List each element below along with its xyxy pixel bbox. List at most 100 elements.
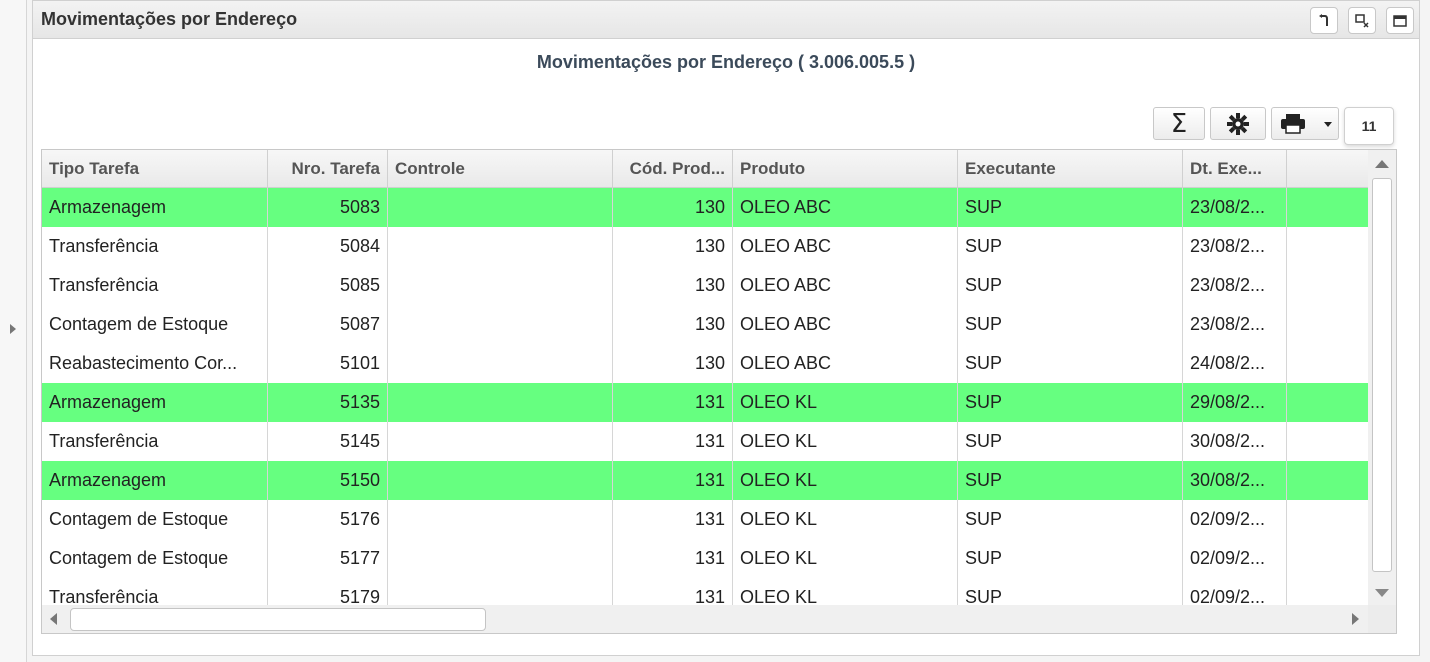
cell-produto: OLEO KL bbox=[733, 500, 958, 539]
cell-extra bbox=[1287, 344, 1368, 383]
cell-controle bbox=[388, 422, 613, 461]
cell-nro-tarefa: 5135 bbox=[268, 383, 388, 422]
column-header-nro-tarefa[interactable]: Nro. Tarefa bbox=[268, 150, 388, 188]
cell-executante: SUP bbox=[958, 227, 1183, 266]
cell-cod-produto: 131 bbox=[613, 578, 733, 605]
cell-executante: SUP bbox=[958, 500, 1183, 539]
settings-button[interactable] bbox=[1210, 107, 1266, 140]
scroll-right-icon[interactable] bbox=[1352, 613, 1359, 625]
cell-extra bbox=[1287, 539, 1368, 578]
table-row[interactable]: Contagem de Estoque 5176 131 OLEO KL SUP 02/0… bbox=[42, 500, 1368, 539]
restore-button[interactable] bbox=[1348, 7, 1376, 34]
cell-nro-tarefa: 5150 bbox=[268, 461, 388, 500]
cell-extra bbox=[1287, 188, 1368, 227]
cell-tipo-tarefa: Contagem de Estoque bbox=[42, 500, 268, 539]
cell-extra bbox=[1287, 266, 1368, 305]
column-header-tipo-tarefa[interactable]: Tipo Tarefa bbox=[42, 150, 268, 188]
cell-dt-execucao: 23/08/2... bbox=[1183, 188, 1287, 227]
table-row[interactable]: Transferência 5179 131 OLEO KL SUP 02/09/2... bbox=[42, 578, 1368, 605]
cell-tipo-tarefa: Transferência bbox=[42, 227, 268, 266]
cell-cod-produto: 130 bbox=[613, 227, 733, 266]
cell-cod-produto: 130 bbox=[613, 305, 733, 344]
table-row[interactable]: Armazenagem 5083 130 OLEO ABC SUP 23/08/2... bbox=[42, 188, 1368, 227]
cell-executante: SUP bbox=[958, 188, 1183, 227]
panel-title: Movimentações por Endereço bbox=[41, 9, 298, 29]
cell-tipo-tarefa: Armazenagem bbox=[42, 383, 268, 422]
cell-controle bbox=[388, 188, 613, 227]
cell-executante: SUP bbox=[958, 461, 1183, 500]
table-row[interactable]: Armazenagem 5150 131 OLEO KL SUP 30/08/2... bbox=[42, 461, 1368, 500]
cell-controle bbox=[388, 305, 613, 344]
cell-extra bbox=[1287, 227, 1368, 266]
cell-tipo-tarefa: Contagem de Estoque bbox=[42, 305, 268, 344]
cell-cod-produto: 131 bbox=[613, 539, 733, 578]
cell-executante: SUP bbox=[958, 422, 1183, 461]
cell-dt-execucao: 23/08/2... bbox=[1183, 266, 1287, 305]
cell-controle bbox=[388, 461, 613, 500]
grid-header: Tipo Tarefa Nro. Tarefa Controle Cód. Pr… bbox=[42, 150, 1368, 188]
cell-nro-tarefa: 5083 bbox=[268, 188, 388, 227]
restore-icon bbox=[1355, 13, 1369, 28]
cell-extra bbox=[1287, 305, 1368, 344]
cell-executante: SUP bbox=[958, 578, 1183, 605]
print-button[interactable] bbox=[1271, 107, 1339, 140]
cell-dt-execucao: 30/08/2... bbox=[1183, 422, 1287, 461]
sum-button[interactable]: Σ bbox=[1153, 107, 1205, 140]
scroll-up-icon[interactable] bbox=[1375, 160, 1389, 168]
cell-dt-execucao: 24/08/2... bbox=[1183, 344, 1287, 383]
table-row[interactable]: Reabastecimento Cor... 5101 130 OLEO ABC SUP… bbox=[42, 344, 1368, 383]
column-header-dt-execucao[interactable]: Dt. Exe... bbox=[1183, 150, 1287, 188]
cell-dt-execucao: 02/09/2... bbox=[1183, 539, 1287, 578]
cell-dt-execucao: 30/08/2... bbox=[1183, 461, 1287, 500]
table-row[interactable]: Armazenagem 5135 131 OLEO KL SUP 29/08/2... bbox=[42, 383, 1368, 422]
cell-executante: SUP bbox=[958, 383, 1183, 422]
cell-produto: OLEO ABC bbox=[733, 227, 958, 266]
cell-dt-execucao: 23/08/2... bbox=[1183, 227, 1287, 266]
horizontal-scrollbar[interactable] bbox=[42, 605, 1368, 633]
column-header-executante[interactable]: Executante bbox=[958, 150, 1183, 188]
expand-arrow-icon[interactable] bbox=[10, 324, 16, 334]
cell-tipo-tarefa: Transferência bbox=[42, 266, 268, 305]
cell-executante: SUP bbox=[958, 539, 1183, 578]
cell-dt-execucao: 02/09/2... bbox=[1183, 500, 1287, 539]
table-row[interactable]: Transferência 5084 130 OLEO ABC SUP 23/08/2..… bbox=[42, 227, 1368, 266]
cell-executante: SUP bbox=[958, 305, 1183, 344]
cell-tipo-tarefa: Armazenagem bbox=[42, 461, 268, 500]
cell-controle bbox=[388, 266, 613, 305]
column-header-extra[interactable] bbox=[1287, 150, 1368, 188]
scroll-down-icon[interactable] bbox=[1375, 589, 1389, 597]
cell-cod-produto: 131 bbox=[613, 500, 733, 539]
printer-icon bbox=[1281, 113, 1305, 134]
cell-cod-produto: 130 bbox=[613, 188, 733, 227]
scrollbar-corner bbox=[1368, 605, 1396, 633]
chevron-down-icon[interactable] bbox=[1324, 122, 1332, 127]
left-collapsed-rail[interactable] bbox=[0, 0, 27, 662]
table-row[interactable]: Transferência 5145 131 OLEO KL SUP 30/08/2... bbox=[42, 422, 1368, 461]
maximize-icon bbox=[1393, 14, 1407, 27]
cell-controle bbox=[388, 383, 613, 422]
table-row[interactable]: Contagem de Estoque 5087 130 OLEO ABC SUP 23/… bbox=[42, 305, 1368, 344]
vertical-scroll-thumb[interactable] bbox=[1372, 178, 1392, 572]
column-header-produto[interactable]: Produto bbox=[733, 150, 958, 188]
movements-grid: Tipo Tarefa Nro. Tarefa Controle Cód. Pr… bbox=[41, 149, 1397, 634]
cell-controle bbox=[388, 578, 613, 605]
column-header-cod-produto[interactable]: Cód. Prod... bbox=[613, 150, 733, 188]
cell-cod-produto: 130 bbox=[613, 266, 733, 305]
table-row[interactable]: Contagem de Estoque 5177 131 OLEO KL SUP 02/0… bbox=[42, 539, 1368, 578]
refresh-button[interactable] bbox=[1310, 7, 1338, 34]
maximize-button[interactable] bbox=[1386, 7, 1414, 34]
cell-nro-tarefa: 5085 bbox=[268, 266, 388, 305]
panel-header: Movimentações por Endereço bbox=[33, 1, 1419, 39]
cell-tipo-tarefa: Transferência bbox=[42, 422, 268, 461]
vertical-scrollbar[interactable] bbox=[1368, 150, 1396, 605]
cell-produto: OLEO KL bbox=[733, 578, 958, 605]
cell-extra bbox=[1287, 578, 1368, 605]
scroll-left-icon[interactable] bbox=[50, 613, 57, 625]
table-row[interactable]: Transferência 5085 130 OLEO ABC SUP 23/08/2..… bbox=[42, 266, 1368, 305]
horizontal-scroll-thumb[interactable] bbox=[70, 608, 486, 631]
cell-extra bbox=[1287, 500, 1368, 539]
cell-nro-tarefa: 5145 bbox=[268, 422, 388, 461]
cell-cod-produto: 131 bbox=[613, 383, 733, 422]
column-header-controle[interactable]: Controle bbox=[388, 150, 613, 188]
cell-produto: OLEO ABC bbox=[733, 344, 958, 383]
